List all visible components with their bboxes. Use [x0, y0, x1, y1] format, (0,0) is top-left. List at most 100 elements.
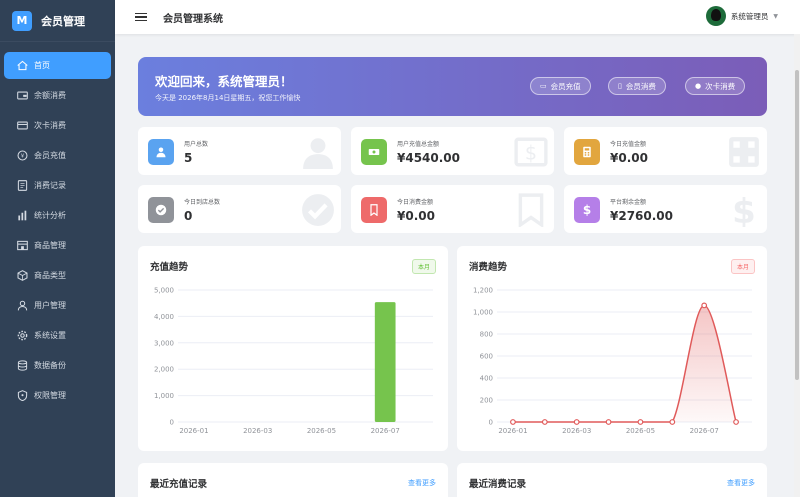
y-tick-label: 0 — [170, 419, 174, 427]
consume-button[interactable]: ▯ 会员消费 — [608, 77, 666, 95]
bookmark-icon: ▯ — [618, 82, 622, 90]
point-2026-08[interactable] — [733, 419, 739, 425]
svg-text:$: $ — [525, 141, 537, 164]
brand: M 会员管理 — [0, 0, 115, 42]
sidebar-item-1[interactable]: 余额消费 — [4, 82, 111, 109]
user-icon — [16, 300, 28, 312]
records-icon — [16, 180, 28, 192]
sidebar-item-8[interactable]: 用户管理 — [4, 292, 111, 319]
info-icon: ● — [695, 82, 702, 90]
check-watermark-icon — [301, 193, 335, 227]
y-tick-label: 4,000 — [154, 313, 174, 321]
y-tick-label: 0 — [489, 419, 493, 427]
stat-label: 平台剩余金额 — [610, 199, 647, 206]
recharge-button[interactable]: ▭ 会员充值 — [530, 77, 591, 95]
y-tick-label: 1,000 — [154, 392, 174, 400]
y-tick-label: 1,000 — [473, 309, 493, 317]
stat-label: 今日充值金额 — [610, 141, 647, 148]
sidebar-item-3[interactable]: ¥ 会员充值 — [4, 142, 111, 169]
card-icon — [16, 120, 28, 132]
point-2026-01[interactable] — [510, 419, 516, 425]
stat-value: 5 — [184, 151, 193, 165]
brand-title: 会员管理 — [41, 14, 85, 28]
sidebar-item-label: 用户管理 — [34, 301, 66, 310]
stat-value: 0 — [184, 209, 193, 223]
point-2026-06[interactable] — [669, 419, 676, 425]
welcome-title: 欢迎回来，系统管理员！ — [155, 74, 293, 89]
sidebar-item-0[interactable]: 首页 — [4, 52, 111, 79]
point-2026-07[interactable] — [701, 302, 708, 309]
shop-icon — [16, 240, 28, 252]
card-title: 充值趋势 — [150, 262, 189, 273]
sidebar-menu: 首页余额消费次卡消费 ¥ 会员充值消费记录统计分析商品管理商品类型用户管理系统设置数… — [0, 42, 115, 409]
area-fill — [512, 305, 737, 422]
sidebar-item-4[interactable]: 消费记录 — [4, 172, 111, 199]
sidebar-item-5[interactable]: 统计分析 — [4, 202, 111, 229]
bookmark-icon — [361, 197, 387, 223]
x-tick-label: 2026-01 — [498, 427, 527, 435]
scroll-thumb[interactable] — [795, 70, 799, 380]
chevron-down-icon[interactable]: ▼ — [773, 13, 778, 20]
top-header: 会员管理系统 系统管理员 ▼ — [115, 0, 800, 34]
card-title: 最近充值记录 — [150, 479, 208, 490]
dollar-watermark-icon: $ — [727, 192, 761, 232]
card-title: 消费趋势 — [469, 262, 508, 273]
stat-label: 今日消费金额 — [397, 199, 434, 206]
money-icon — [361, 139, 387, 165]
consume-trend-card: 消费趋势 本月 0 200 400 600 800 1,000 1,200 2026-01 20… — [457, 246, 767, 451]
sidebar-item-label: 余额消费 — [34, 91, 66, 100]
recharge-bar-chart: 0 1,000 2,000 3,000 4,000 5,000 2026-01 2026-03… — [154, 287, 433, 435]
view-more-link[interactable]: 查看更多 — [727, 478, 755, 488]
sidebar: M 会员管理 首页余额消费次卡消费 ¥ 会员充值消费记录统计分析商品管理商品类型用户… — [0, 0, 115, 497]
welcome-subtitle: 今天是 2026年8月14日星期五，祝您工作愉快 — [155, 94, 301, 102]
point-2026-04[interactable] — [605, 419, 612, 425]
sidebar-item-label: 会员充值 — [34, 151, 66, 160]
stat-card-today-recharge: 今日充值金额 ¥0.00 — [564, 127, 767, 175]
sidebar-item-label: 首页 — [34, 61, 50, 70]
point-2026-05[interactable] — [637, 419, 644, 425]
sidebar-item-2[interactable]: 次卡消费 — [4, 112, 111, 139]
menu-toggle-icon[interactable] — [135, 12, 147, 22]
svg-text:$: $ — [732, 193, 756, 227]
x-tick-label: 2026-03 — [243, 427, 272, 435]
sidebar-item-7[interactable]: 商品类型 — [4, 262, 111, 289]
database-icon — [16, 360, 28, 372]
brand-logo: M — [12, 10, 32, 31]
sidebar-item-10[interactable]: 数据备份 — [4, 352, 111, 379]
card-consume-button[interactable]: ● 次卡消费 — [685, 77, 746, 95]
calculator-watermark-icon — [727, 135, 761, 169]
sidebar-item-6[interactable]: 商品管理 — [4, 232, 111, 259]
stat-value: ¥0.00 — [397, 209, 435, 223]
card-title: 最近消费记录 — [469, 479, 527, 490]
period-tag[interactable]: 本月 — [730, 259, 755, 274]
user-icon — [148, 139, 174, 165]
point-2026-02[interactable] — [541, 419, 548, 425]
avatar[interactable] — [705, 6, 726, 26]
user-name[interactable]: 系统管理员 — [731, 11, 769, 22]
sidebar-item-label: 次卡消费 — [34, 121, 66, 130]
sidebar-item-11[interactable]: 权限管理 — [4, 382, 111, 409]
stat-label: 用户充值总金额 — [397, 141, 440, 148]
stat-label: 今日到店总数 — [184, 199, 221, 206]
x-tick-label: 2026-07 — [371, 427, 400, 435]
sidebar-item-label: 商品管理 — [34, 241, 66, 250]
user-menu[interactable]: 系统管理员 ▼ — [705, 6, 778, 26]
scrollbar[interactable] — [794, 34, 800, 497]
stat-card-users: 用户总数 5 — [138, 127, 341, 175]
point-2026-03[interactable] — [573, 419, 580, 425]
sidebar-item-9[interactable]: 系统设置 — [4, 322, 111, 349]
y-tick-label: 400 — [480, 375, 493, 383]
view-more-link[interactable]: 查看更多 — [408, 478, 436, 488]
y-tick-label: 200 — [480, 397, 493, 405]
x-tick-label: 2026-05 — [626, 427, 655, 435]
bar-2026-07[interactable] — [374, 302, 396, 422]
sidebar-item-label: 数据备份 — [34, 361, 66, 370]
stat-card-total-recharge: 用户充值总金额 ¥4540.00 $ — [351, 127, 554, 175]
stat-value: ¥0.00 — [610, 151, 648, 165]
recent-consume-card: 最近消费记录 查看更多 — [457, 463, 767, 497]
home-icon — [16, 60, 28, 72]
stat-value: ¥4540.00 — [397, 151, 461, 165]
period-tag[interactable]: 本月 — [411, 259, 436, 274]
sidebar-item-label: 商品类型 — [34, 271, 66, 280]
stat-card-today-visits: 今日到店总数 0 — [138, 185, 341, 233]
